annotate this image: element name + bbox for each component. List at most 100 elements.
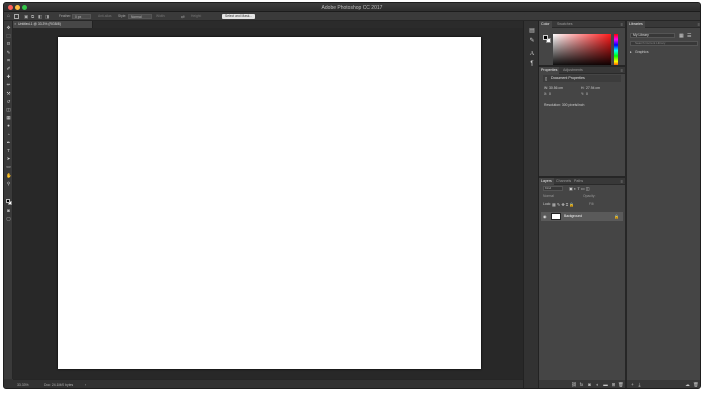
zoom-level[interactable]: 33.33% [17,383,29,387]
character-icon[interactable]: A [529,51,535,57]
graphics-group-label[interactable]: Graphics [635,50,649,54]
y-value[interactable]: 0 [586,92,588,96]
download-icon[interactable]: ⤓ [637,382,642,387]
add-mask-icon[interactable]: ◙ [587,382,592,387]
tab-channels[interactable]: Channels [554,178,573,185]
tab-swatches[interactable]: Swatches [555,21,575,28]
hand-icon[interactable]: ✋ [6,173,12,178]
brush-settings-icon[interactable]: ✎ [529,38,535,44]
gradient-icon[interactable]: ▦ [6,115,11,120]
pen-icon[interactable]: ✒ [6,140,11,145]
fill-label: Fill: [589,202,595,206]
shape-icon[interactable]: ▭ [6,164,11,169]
panel-menu-icon[interactable]: ≡ [621,179,623,184]
quick-select-icon[interactable]: ✎ [6,50,11,55]
lasso-icon[interactable]: ʘ [6,41,11,46]
quick-mask-icon[interactable]: ◙ [6,208,11,213]
history-brush-icon[interactable]: ↺ [6,99,11,104]
select-and-mask-button[interactable]: Select and Mask... [222,14,256,19]
new-group-icon[interactable]: ▬ [603,382,608,387]
link-layers-icon[interactable]: ⛓ [571,382,577,387]
subtract-selection-icon[interactable]: ◧ [38,14,42,19]
filter-icons[interactable]: ▣ ◐ T ▭ ◫ [569,186,590,191]
visibility-eye-icon[interactable]: ◉ [543,213,548,220]
path-select-icon[interactable]: ➤ [6,156,11,161]
dodge-icon[interactable]: ◔ [6,132,11,137]
color-picker-field[interactable] [553,34,611,67]
graphics-group-chevron-icon[interactable]: ▸ [630,50,632,54]
delete-layer-icon[interactable]: 🗑 [618,382,624,387]
x-value[interactable]: 0 [549,92,551,96]
document-tab[interactable]: ✕ Untitled-1 @ 33.3% (RGB/8) [13,21,93,28]
tab-adjustments[interactable]: Adjustments [561,67,585,74]
foreground-color[interactable] [6,199,10,203]
eraser-icon[interactable]: ◫ [6,107,11,112]
library-select[interactable]: My Library [630,33,675,38]
lock-icons[interactable]: ▦ ✎ ✥ ⌗ 🔒 [552,202,574,207]
screen-mode-icon[interactable]: ▢ [6,216,11,221]
blend-mode-select[interactable]: Normal [543,194,554,198]
stamp-icon[interactable]: ⚒ [6,91,11,96]
type-icon[interactable]: T [6,148,11,153]
hue-slider[interactable] [614,34,618,67]
new-layer-icon[interactable]: ⊞ [611,382,616,387]
feather-input[interactable]: 0 px [72,14,91,19]
blur-icon[interactable]: ● [6,123,11,128]
cloud-sync-icon[interactable]: ☁ [685,382,690,387]
tab-layers[interactable]: Layers [539,178,554,185]
move-icon[interactable]: ✥ [6,25,11,30]
document-icon: ▯ [545,76,548,81]
color-swatches[interactable] [6,199,12,205]
healing-icon[interactable]: ✚ [6,74,11,79]
color-panel-foreground[interactable] [543,35,548,40]
list-view-icon[interactable]: ☰ [687,33,691,39]
zoom-icon[interactable]: ⚲ [6,181,11,186]
close-tab-icon[interactable]: ✕ [14,21,17,28]
eyedropper-icon[interactable]: ✐ [6,66,11,71]
layer-kind-filter[interactable]: Kind [543,186,563,191]
marquee-icon[interactable]: ⬚ [6,33,11,38]
tab-paths[interactable]: Paths [572,178,585,185]
add-content-icon[interactable]: + [630,382,635,387]
y-label: Y: [581,92,585,96]
add-selection-icon[interactable]: ⧉ [31,14,34,19]
document-size: Doc: 24.1M/0 bytes [44,383,74,387]
title-bar: Adobe Photoshop CC 2017 [4,3,700,12]
photoshop-window: Adobe Photoshop CC 2017 ⌂ ▣ ⧉ ◧ ◨ Feathe… [3,2,701,389]
delete-icon[interactable]: 🗑 [693,382,699,387]
crop-icon[interactable]: ⌗ [6,58,11,63]
brush-icon[interactable]: ✏ [6,82,11,87]
swap-dimensions-icon[interactable]: ⇄ [181,14,185,19]
grid-view-icon[interactable]: ▦ [679,33,684,39]
history-icon[interactable]: ▤ [529,28,535,34]
width-label: W: [544,86,549,90]
panel-menu-icon[interactable]: ≡ [621,68,623,73]
library-search-placeholder: Search Current Library [635,41,666,45]
lock-icon[interactable]: 🔒 [614,212,619,221]
library-select-value: My Library [633,33,649,37]
layer-name[interactable]: Background [564,212,582,221]
intersect-selection-icon[interactable]: ◨ [45,14,49,19]
panel-menu-icon[interactable]: ≡ [698,22,700,27]
paragraph-icon[interactable]: ¶ [529,61,535,67]
height-value[interactable]: 27.94 cm [586,86,600,90]
feather-label: Feather: [59,14,72,18]
tab-properties[interactable]: Properties [539,67,560,74]
marquee-preset-icon[interactable] [14,14,19,19]
antialias-checkbox[interactable]: Anti-alias [98,14,112,19]
layers-footer: ⛓ fx ◙ ◐ ▬ ⊞ 🗑 [539,380,625,388]
layer-row[interactable]: ◉ Background 🔒 [541,212,623,221]
panel-menu-icon[interactable]: ≡ [621,22,623,27]
document-canvas[interactable] [58,37,481,369]
status-menu-arrow-icon[interactable]: › [85,383,86,387]
home-icon[interactable]: ⌂ [7,14,10,19]
width-value[interactable]: 30.56 cm [549,86,563,90]
tab-libraries[interactable]: Libraries [627,21,645,28]
tools-panel: ✥ ⬚ ʘ ✎ ⌗ ✐ ✚ ✏ ⚒ ↺ ◫ ▦ ● ◔ ✒ T ➤ ▭ ✋ ⚲ ◙ ▢ [4,21,13,379]
adjustment-layer-icon[interactable]: ◐ [595,382,600,387]
library-search-input[interactable]: Search Current Library [630,41,698,46]
new-selection-icon[interactable]: ▣ [24,14,28,19]
style-select[interactable]: Normal [128,14,152,19]
tab-color[interactable]: Color [539,21,552,28]
layer-style-icon[interactable]: fx [579,382,584,387]
